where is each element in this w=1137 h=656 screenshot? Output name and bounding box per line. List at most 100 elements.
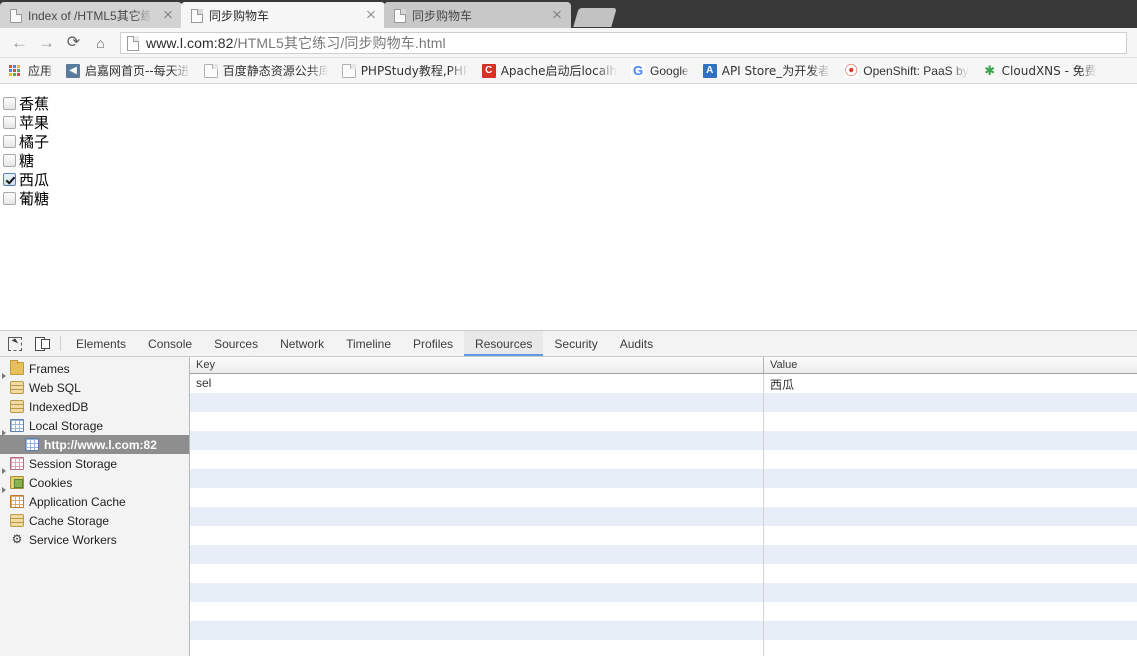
table-row[interactable] <box>190 526 1137 545</box>
cell-key <box>190 621 764 640</box>
tab-security[interactable]: Security <box>543 331 608 356</box>
checkbox-row-xiangjiao[interactable]: 香蕉 <box>0 94 1137 113</box>
document-icon <box>203 63 218 78</box>
bookmark-baidu-static[interactable]: 百度静态资源公共库 <box>197 61 335 81</box>
fruit-checkbox[interactable] <box>3 173 16 186</box>
close-tab-icon[interactable] <box>160 7 176 23</box>
bookmark-phpstudy[interactable]: PHPStudy教程,PHP <box>335 61 475 81</box>
bookmark-apache[interactable]: C Apache启动后localh <box>475 61 624 81</box>
table-row[interactable] <box>190 469 1137 488</box>
page-info-icon[interactable] <box>127 35 139 51</box>
storage-grid-pink-icon <box>10 457 24 470</box>
close-tab-icon[interactable] <box>363 7 379 23</box>
bookmark-apps[interactable]: 应用 <box>2 61 59 81</box>
checkbox-row-tang[interactable]: 糖 <box>0 151 1137 170</box>
tab-timeline[interactable]: Timeline <box>335 331 402 356</box>
toolbar-divider <box>60 336 61 351</box>
tree-item-frames[interactable]: Frames <box>0 359 189 379</box>
table-row[interactable] <box>190 488 1137 507</box>
tree-item-label: Local Storage <box>29 418 104 433</box>
fruit-checkbox[interactable] <box>3 135 16 148</box>
table-row[interactable]: sel 西瓜 <box>190 374 1137 393</box>
cell-key <box>190 602 764 621</box>
tree-item-label: http://www.l.com:82 <box>44 437 157 452</box>
toggle-device-toolbar-button[interactable] <box>28 331 56 356</box>
cell-key <box>190 412 764 431</box>
forward-button[interactable]: → <box>33 30 60 56</box>
tree-item-cookies[interactable]: Cookies <box>0 473 189 493</box>
table-row[interactable] <box>190 583 1137 602</box>
bookmark-label: 百度静态资源公共库 <box>222 64 328 78</box>
tree-item-label: Frames <box>29 361 70 376</box>
bookmark-qijia[interactable]: ◀ 启嘉网首页--每天进 <box>59 61 197 81</box>
close-tab-icon[interactable] <box>549 7 565 23</box>
fruit-checkbox[interactable] <box>3 97 16 110</box>
cell-key <box>190 488 764 507</box>
checkbox-label: 西瓜 <box>19 171 50 189</box>
tab-network[interactable]: Network <box>269 331 335 356</box>
cell-value <box>764 526 1137 545</box>
checkbox-row-xigua[interactable]: 西瓜 <box>0 170 1137 189</box>
cell-value <box>764 469 1137 488</box>
tab-profiles[interactable]: Profiles <box>402 331 464 356</box>
home-button[interactable]: ⌂ <box>87 30 114 56</box>
cell-value[interactable]: 西瓜 <box>764 374 1137 393</box>
tree-item-web-sql[interactable]: Web SQL <box>0 378 189 397</box>
table-row[interactable] <box>190 412 1137 431</box>
fruit-checkbox[interactable] <box>3 116 16 129</box>
checkbox-row-pingguo[interactable]: 苹果 <box>0 113 1137 132</box>
tab-sources[interactable]: Sources <box>203 331 269 356</box>
table-row[interactable] <box>190 621 1137 640</box>
fruit-checkbox[interactable] <box>3 154 16 167</box>
table-row[interactable] <box>190 564 1137 583</box>
tree-item-service-workers[interactable]: ⚙ Service Workers <box>0 530 189 549</box>
tree-item-label: Session Storage <box>29 456 118 471</box>
tree-item-indexeddb[interactable]: IndexedDB <box>0 397 189 416</box>
browser-tab-1[interactable]: 同步购物车 <box>181 2 385 28</box>
table-row[interactable] <box>190 640 1137 656</box>
url-path: /HTML5其它练习/同步购物车.html <box>233 34 446 51</box>
tree-item-cache-storage[interactable]: Cache Storage <box>0 511 189 530</box>
gear-icon: ⚙ <box>11 532 23 546</box>
table-row[interactable] <box>190 507 1137 526</box>
column-header-value[interactable]: Value <box>764 357 1137 373</box>
cell-key[interactable]: sel <box>190 374 764 393</box>
bookmark-api-store[interactable]: A API Store_为开发者 <box>696 61 838 81</box>
cell-value <box>764 507 1137 526</box>
browser-tab-0[interactable]: Index of /HTML5其它练习 <box>0 2 182 28</box>
browser-tab-2[interactable]: 同步购物车 <box>384 2 571 28</box>
tree-item-application-cache[interactable]: Application Cache <box>0 492 189 511</box>
address-bar[interactable]: www.l.com:82/HTML5其它练习/同步购物车.html <box>120 31 1127 54</box>
inspect-element-icon <box>7 337 22 351</box>
table-row[interactable] <box>190 431 1137 450</box>
database-icon <box>10 514 24 527</box>
bookmark-cloudxns[interactable]: ✱ CloudXNS - 免费 <box>976 61 1104 81</box>
tab-resources[interactable]: Resources <box>464 331 544 356</box>
bookmark-openshift[interactable]: ⦿ OpenShift: PaaS by <box>837 61 975 81</box>
page-viewport: 香蕉 苹果 橘子 糖 西瓜 葡糖 <box>0 85 1137 331</box>
fruit-checkbox[interactable] <box>3 192 16 205</box>
cell-value <box>764 450 1137 469</box>
column-header-key[interactable]: Key <box>190 357 764 373</box>
table-row[interactable] <box>190 450 1137 469</box>
bookmark-label: CloudXNS - 免费 <box>1001 64 1097 78</box>
checkbox-row-juzi[interactable]: 橘子 <box>0 132 1137 151</box>
cell-value <box>764 621 1137 640</box>
table-row[interactable] <box>190 602 1137 621</box>
back-button[interactable]: ← <box>6 30 33 56</box>
checkbox-row-putang[interactable]: 葡糖 <box>0 189 1137 208</box>
tab-audits[interactable]: Audits <box>609 331 664 356</box>
tab-console[interactable]: Console <box>137 331 203 356</box>
tab-elements[interactable]: Elements <box>65 331 137 356</box>
tree-item-local-storage-origin[interactable]: http://www.l.com:82 <box>0 435 189 454</box>
folder-icon <box>10 360 24 375</box>
reload-button[interactable]: ⟳ <box>60 30 87 56</box>
bookmark-google[interactable]: G Google <box>624 61 696 81</box>
browser-window: Index of /HTML5其它练习 同步购物车 同步购物车 ← → ⟳ ⌂ … <box>0 0 1137 656</box>
inspect-element-button[interactable] <box>0 331 28 356</box>
tree-item-local-storage[interactable]: Local Storage <box>0 416 189 436</box>
new-tab-button[interactable] <box>573 8 617 27</box>
table-row[interactable] <box>190 545 1137 564</box>
table-row[interactable] <box>190 393 1137 412</box>
tree-item-session-storage[interactable]: Session Storage <box>0 454 189 474</box>
